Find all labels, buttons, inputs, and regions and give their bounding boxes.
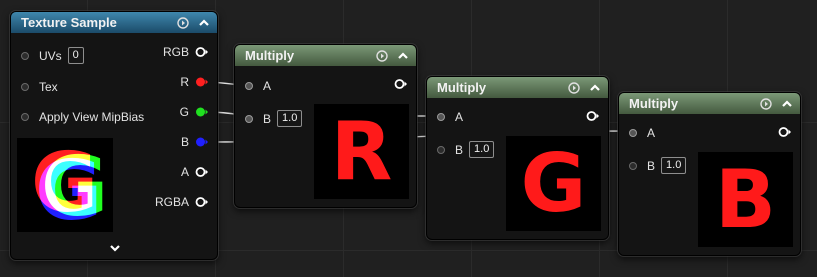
pin-label: B — [647, 158, 656, 173]
input-pin-b[interactable]: B 1.0 — [437, 141, 495, 158]
pin-label: B — [455, 142, 464, 157]
pin-label: R — [180, 75, 189, 89]
multiply-header[interactable]: Multiply — [235, 45, 416, 66]
pin-label: RGBA — [154, 195, 189, 209]
pin-label: A — [263, 79, 272, 93]
output-pin-icon[interactable] — [195, 106, 209, 118]
multiply-preview: R — [314, 104, 409, 199]
multiply-preview: G — [506, 136, 601, 231]
pin-label: B — [180, 135, 189, 149]
output-pin-b[interactable]: B — [181, 135, 209, 149]
multiply-node-2[interactable]: Multiply A B 1.0 G — [426, 76, 609, 240]
preview-letter: G — [520, 137, 587, 230]
output-pin-icon[interactable] — [586, 110, 600, 122]
input-pin-icon[interactable] — [21, 83, 29, 91]
play-circle-icon[interactable] — [374, 48, 390, 64]
output-pin-r[interactable]: R — [180, 75, 209, 89]
output-pin-icon[interactable] — [195, 76, 209, 88]
play-circle-icon[interactable] — [758, 96, 774, 112]
input-pin-icon[interactable] — [629, 129, 637, 137]
output-pin-icon[interactable] — [195, 196, 209, 208]
output-pin-a[interactable]: A — [181, 165, 209, 179]
output-pin-icon[interactable] — [195, 166, 209, 178]
input-pin-apply-view-mipbias[interactable]: Apply View MipBias — [21, 110, 144, 124]
output-pin-icon[interactable] — [195, 136, 209, 148]
pin-label: A — [180, 165, 189, 179]
b-value-field[interactable]: 1.0 — [661, 157, 687, 174]
output-pin[interactable] — [586, 110, 600, 122]
input-pin-icon[interactable] — [437, 113, 445, 121]
input-pin-icon[interactable] — [629, 161, 637, 170]
node-title: Texture Sample — [21, 15, 117, 30]
preview-letter: B — [715, 153, 776, 246]
input-pin-b[interactable]: B 1.0 — [629, 157, 687, 174]
play-circle-icon[interactable] — [175, 15, 191, 31]
input-pin-tex[interactable]: Tex — [21, 80, 58, 94]
output-pin-g[interactable]: G — [180, 105, 209, 119]
play-circle-icon[interactable] — [566, 80, 582, 96]
pin-label: UVs — [39, 48, 62, 63]
chevron-up-icon[interactable] — [587, 80, 603, 96]
output-pin[interactable] — [778, 126, 792, 138]
uvs-value-field[interactable]: 0 — [67, 47, 84, 64]
pin-label: A — [455, 110, 464, 124]
preview-letter: R — [330, 105, 393, 198]
output-pin[interactable] — [394, 78, 408, 90]
input-pin-a[interactable]: A — [245, 79, 271, 93]
chevron-up-icon[interactable] — [779, 96, 795, 112]
pin-label: Tex — [39, 80, 58, 94]
chevron-up-icon[interactable] — [395, 48, 411, 64]
pin-label: RGB — [162, 45, 189, 59]
input-pin-a[interactable]: A — [437, 110, 463, 124]
input-pin-b[interactable]: B 1.0 — [245, 110, 303, 127]
input-pin-icon[interactable] — [245, 114, 253, 123]
input-pin-icon[interactable] — [21, 113, 29, 121]
preview-letter-blue: G — [35, 144, 103, 232]
output-pin-rgba[interactable]: RGBA — [155, 195, 209, 209]
pin-label: Apply View MipBias — [39, 110, 145, 124]
pin-label: A — [647, 126, 656, 140]
output-pin-icon[interactable] — [394, 78, 408, 90]
texture-sample-header[interactable]: Texture Sample — [11, 12, 217, 33]
output-pin-icon[interactable] — [195, 46, 209, 58]
multiply-node-3[interactable]: Multiply A B 1.0 B — [618, 92, 801, 256]
input-pin-a[interactable]: A — [629, 126, 655, 140]
multiply-header[interactable]: Multiply — [427, 77, 608, 98]
output-pin-rgb[interactable]: RGB — [163, 45, 209, 59]
b-value-field[interactable]: 1.0 — [277, 110, 303, 127]
pin-label: G — [179, 105, 189, 119]
pin-label: B — [263, 111, 272, 126]
multiply-preview: B — [698, 152, 793, 247]
input-pin-icon[interactable] — [437, 145, 445, 154]
chevron-up-icon[interactable] — [196, 15, 212, 31]
multiply-header[interactable]: Multiply — [619, 93, 800, 114]
input-pin-icon[interactable] — [21, 51, 29, 60]
input-pin-uvs[interactable]: UVs 0 — [21, 47, 84, 64]
b-value-field[interactable]: 1.0 — [469, 141, 495, 158]
node-title: Multiply — [437, 80, 487, 95]
multiply-node-1[interactable]: Multiply A B 1.0 R — [234, 44, 417, 208]
output-pin-icon[interactable] — [778, 126, 792, 138]
input-pin-icon[interactable] — [245, 82, 253, 90]
texture-preview: G G G — [17, 138, 113, 232]
chevron-down-icon[interactable] — [109, 240, 121, 258]
texture-sample-node[interactable]: Texture Sample UVs 0 Tex Apply View MipB… — [10, 11, 218, 260]
node-title: Multiply — [629, 96, 679, 111]
node-title: Multiply — [245, 48, 295, 63]
